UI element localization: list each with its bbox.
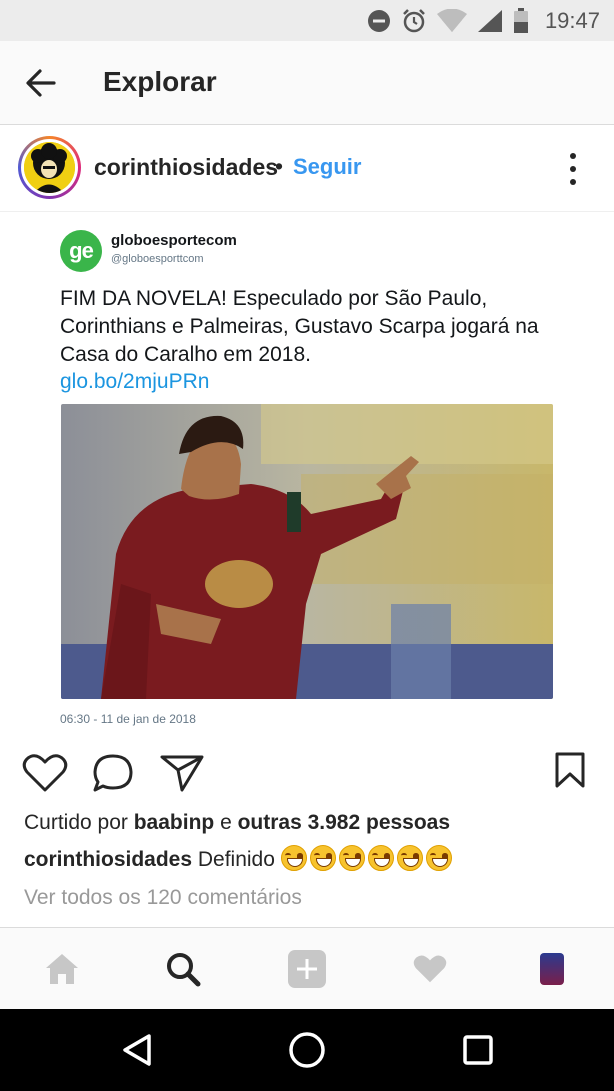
profile-icon (540, 953, 564, 985)
likes-summary[interactable]: Curtido por baabinp e outras 3.982 pesso… (24, 811, 450, 835)
tweet-timestamp: 06:30 - 11 de jan de 2018 (60, 712, 196, 726)
likes-middle: e (214, 811, 238, 834)
laughing-emoji-icon (338, 845, 365, 871)
separator-dot: • (275, 153, 284, 179)
battery-icon (513, 7, 528, 33)
avatar-image (24, 142, 75, 193)
back-icon (123, 1034, 151, 1066)
alarm-icon (403, 8, 425, 32)
likes-user[interactable]: baabinp (134, 811, 215, 834)
add-icon (288, 950, 326, 988)
likes-others[interactable]: outras 3.982 pessoas (238, 811, 450, 834)
clock: 19:47 (544, 7, 600, 33)
follow-button[interactable]: Seguir (293, 154, 361, 180)
recents-icon (463, 1035, 493, 1065)
tab-search[interactable] (143, 928, 223, 1010)
status-icons: 19:47 (367, 0, 600, 41)
globoesporte-logo: ge (60, 230, 102, 272)
post-username[interactable]: corinthiosidades (94, 154, 278, 181)
laughing-emoji-icon (367, 845, 394, 871)
signal-icon (477, 9, 502, 32)
post-header: corinthiosidades • Seguir (0, 126, 614, 212)
home-icon (46, 954, 78, 984)
caption-emojis (280, 845, 455, 871)
player-photo (61, 404, 553, 699)
tweet-account-handle: @globoesporttcom (111, 253, 204, 265)
comment-icon[interactable] (92, 753, 134, 793)
android-nav-bar (0, 1009, 614, 1091)
bookmark-icon[interactable] (554, 751, 586, 789)
tweet-text: FIM DA NOVELA! Especulado por São Paulo,… (60, 287, 539, 366)
heart-icon[interactable] (22, 753, 68, 793)
laughing-emoji-icon (425, 845, 452, 871)
caption-text: Definido (192, 848, 281, 871)
wifi-icon (436, 8, 467, 32)
page-title: Explorar (103, 66, 217, 97)
android-back-button[interactable] (92, 1009, 182, 1091)
avatar[interactable] (18, 136, 81, 199)
home-icon (289, 1032, 325, 1068)
laughing-emoji-icon (280, 845, 307, 871)
likes-prefix: Curtido por (24, 811, 134, 834)
arrow-left-icon[interactable] (20, 63, 62, 103)
laughing-emoji-icon (396, 845, 423, 871)
send-icon[interactable] (160, 753, 204, 793)
top-nav: Explorar (0, 41, 614, 125)
do-not-disturb-icon (367, 9, 390, 32)
android-recents-button[interactable] (433, 1009, 523, 1091)
android-home-button[interactable] (262, 1009, 352, 1091)
caption-username[interactable]: corinthiosidades (24, 848, 192, 871)
tab-activity[interactable] (390, 928, 470, 1010)
laughing-emoji-icon (309, 845, 336, 871)
search-icon (167, 953, 201, 987)
post-caption: corinthiosidades Definido (24, 845, 455, 872)
heart-icon (413, 955, 447, 983)
tab-home[interactable] (22, 928, 102, 1010)
tweet-link: glo.bo/2mjuPRn (60, 370, 210, 393)
tweet-account-name: globoesportecom (111, 232, 237, 249)
more-vertical-icon[interactable] (564, 152, 582, 186)
bottom-tab-bar (0, 927, 614, 1009)
tab-add[interactable] (267, 928, 347, 1010)
tab-profile[interactable] (512, 928, 592, 1010)
view-all-comments-link[interactable]: Ver todos os 120 comentários (24, 886, 302, 910)
status-bar: 19:47 (0, 0, 614, 41)
